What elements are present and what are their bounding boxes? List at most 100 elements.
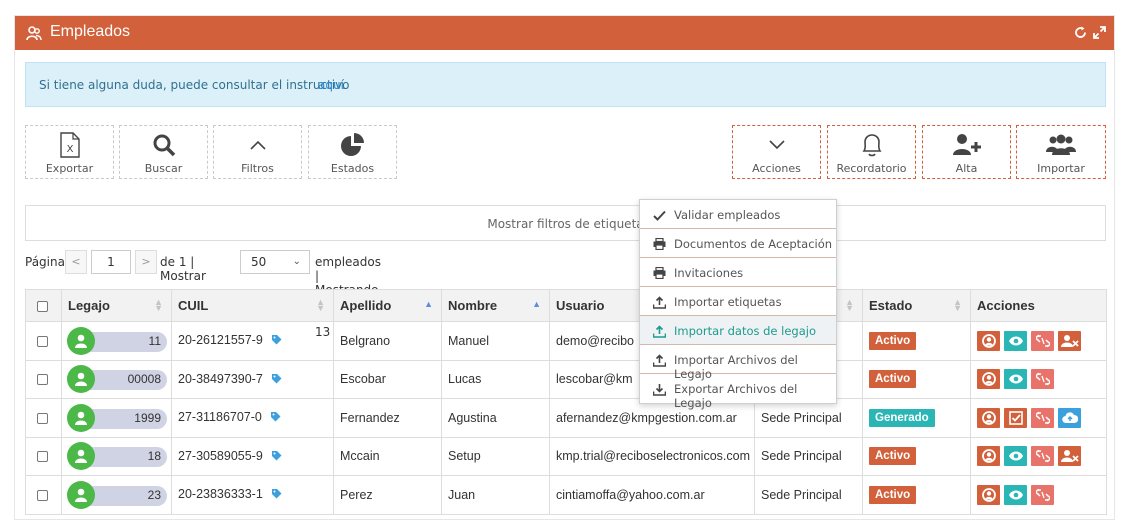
- menu-item-importar-datos-de-legajo[interactable]: Importar datos de legajo: [640, 316, 836, 345]
- eye-icon[interactable]: [1004, 484, 1027, 505]
- col-acciones: Acciones: [970, 289, 1107, 322]
- row-actions: [977, 330, 1106, 351]
- page-input[interactable]: 1: [91, 250, 131, 274]
- menu-item-documentos-de-aceptaci-n[interactable]: Documentos de Aceptación: [640, 229, 836, 258]
- unlink-icon[interactable]: [1031, 484, 1054, 505]
- recordatorio-button[interactable]: Recordatorio: [827, 125, 916, 179]
- tag-icon[interactable]: [271, 334, 282, 348]
- user-circle-icon[interactable]: [977, 369, 1000, 390]
- status-badge: Activo: [869, 447, 917, 466]
- unlink-icon[interactable]: [1031, 446, 1054, 467]
- col-estado[interactable]: Estado ▲ ▼: [862, 289, 971, 322]
- page-title: Empleados: [50, 23, 131, 40]
- checkbox-icon[interactable]: [1004, 407, 1027, 428]
- unlink-icon[interactable]: [1031, 407, 1054, 428]
- users-icon: [26, 25, 42, 44]
- sort-icon: ▲ ▼: [316, 297, 325, 313]
- eye-icon[interactable]: [1004, 446, 1027, 467]
- estados-button[interactable]: Estados: [308, 125, 397, 179]
- nombre-cell: Agustina: [441, 398, 550, 438]
- table-row[interactable]: 00008 20-38497390-7 Escobar Lucas lescobar@k…: [25, 359, 1107, 399]
- row-checkbox[interactable]: [37, 451, 48, 463]
- table-row[interactable]: 1999 27-31186707-0 Fernandez Agustina aferna…: [25, 398, 1107, 438]
- page-size-select[interactable]: 50 ⌄: [240, 250, 310, 274]
- chevron-up-icon: [249, 139, 266, 153]
- col-nombre[interactable]: Nombre ▲: [441, 289, 550, 322]
- menu-item-importar-archivos-del-legajo[interactable]: Importar Archivos del Legajo: [640, 345, 836, 381]
- row-actions: [977, 369, 1106, 390]
- excel-icon: X: [59, 131, 81, 161]
- col-cuil[interactable]: CUIL ▲ ▼: [171, 289, 334, 322]
- nombre-cell: Juan: [441, 475, 550, 515]
- upload-icon: [652, 324, 666, 338]
- prev-page-button[interactable]: <: [65, 250, 87, 274]
- apellido-cell: Mccain: [333, 436, 442, 476]
- row-checkbox[interactable]: [37, 374, 48, 386]
- user-circle-icon[interactable]: [977, 407, 1000, 428]
- user-remove-icon[interactable]: [1058, 446, 1081, 467]
- tag-icon[interactable]: [270, 411, 281, 425]
- chevron-down-icon: [768, 139, 785, 153]
- tag-icon[interactable]: [271, 488, 282, 502]
- print-icon: [652, 266, 666, 280]
- empleados-panel: Empleados Si tiene alguna duda, puede co…: [14, 15, 1115, 520]
- table-row[interactable]: 23 20-23836333-1 Perez Juan cintiamoffa@yaho…: [25, 475, 1107, 515]
- tag-icon[interactable]: [271, 373, 282, 387]
- user-remove-icon[interactable]: [1058, 330, 1081, 351]
- legajo-chip: 18: [67, 442, 167, 471]
- user-circle-icon[interactable]: [977, 446, 1000, 467]
- table-row[interactable]: 11 20-26121557-9 Belgrano Manuel demo@recibo…: [25, 321, 1107, 361]
- refresh-icon[interactable]: [1074, 26, 1087, 42]
- exportar-button[interactable]: X Exportar: [25, 125, 114, 179]
- menu-item-importar-etiquetas[interactable]: Importar etiquetas: [640, 287, 836, 316]
- sede-cell: Sede Principal: [754, 475, 863, 515]
- legajo-chip: 11: [67, 326, 167, 355]
- menu-item-validar-empleados[interactable]: Validar empleados: [640, 200, 836, 229]
- unlink-icon[interactable]: [1031, 369, 1054, 390]
- cuil-value: 27-31186707-0: [178, 410, 262, 425]
- expand-icon[interactable]: [1093, 26, 1106, 42]
- buscar-button[interactable]: Buscar: [119, 125, 208, 179]
- next-page-button[interactable]: >: [135, 250, 157, 274]
- tag-icon[interactable]: [271, 450, 282, 464]
- apellido-cell: Perez: [333, 475, 442, 515]
- eye-icon[interactable]: [1004, 369, 1027, 390]
- table-header: Legajo ▲ ▼ CUIL ▲ ▼ Apellido ▲ Nombre ▲ Usuari…: [25, 289, 1107, 322]
- tag-filters-bar[interactable]: Mostrar filtros de etiqueta: [25, 205, 1106, 241]
- group-icon: [1046, 133, 1076, 160]
- unlink-icon[interactable]: [1031, 330, 1054, 351]
- col-apellido[interactable]: Apellido ▲: [333, 289, 442, 322]
- avatar: [67, 326, 95, 355]
- user-circle-icon[interactable]: [977, 484, 1000, 505]
- cuil-value: 20-26121557-9: [178, 333, 263, 348]
- apellido-cell: Escobar: [333, 359, 442, 399]
- acciones-button[interactable]: Acciones: [732, 125, 821, 179]
- table-row[interactable]: 18 27-30589055-9 Mccain Setup kmp.trial@reci…: [25, 436, 1107, 476]
- menu-item-invitaciones[interactable]: Invitaciones: [640, 258, 836, 287]
- eye-icon[interactable]: [1004, 330, 1027, 351]
- bell-icon: [860, 132, 884, 161]
- importar-button[interactable]: Importar: [1016, 125, 1106, 179]
- row-actions: [977, 484, 1106, 505]
- row-checkbox[interactable]: [37, 489, 48, 501]
- apellido-cell: Belgrano: [333, 321, 442, 361]
- alta-button[interactable]: Alta: [922, 125, 1011, 179]
- col-legajo[interactable]: Legajo ▲ ▼: [61, 289, 172, 322]
- cuil-value: 20-23836333-1: [178, 487, 263, 502]
- sort-asc-icon: ▲: [532, 299, 541, 309]
- instructivo-link[interactable]: aquí: [318, 78, 344, 92]
- select-all-header: [25, 289, 62, 322]
- check-icon: [652, 208, 666, 222]
- filtros-button[interactable]: Filtros: [213, 125, 302, 179]
- menu-item-exportar-archivos-del-legajo[interactable]: Exportar Archivos del Legajo: [640, 374, 836, 410]
- usuario-cell: kmp.trial@reciboselectronicos.com: [549, 436, 755, 476]
- sort-icon: ▲ ▼: [953, 297, 962, 313]
- user-circle-icon[interactable]: [977, 330, 1000, 351]
- cloud-upload-icon[interactable]: [1058, 407, 1081, 428]
- select-all-checkbox[interactable]: [37, 301, 48, 313]
- pie-chart-icon: [340, 132, 366, 161]
- svg-text:X: X: [66, 144, 73, 155]
- row-checkbox[interactable]: [37, 412, 48, 424]
- row-checkbox[interactable]: [37, 335, 48, 347]
- sede-cell: Sede Principal: [754, 436, 863, 476]
